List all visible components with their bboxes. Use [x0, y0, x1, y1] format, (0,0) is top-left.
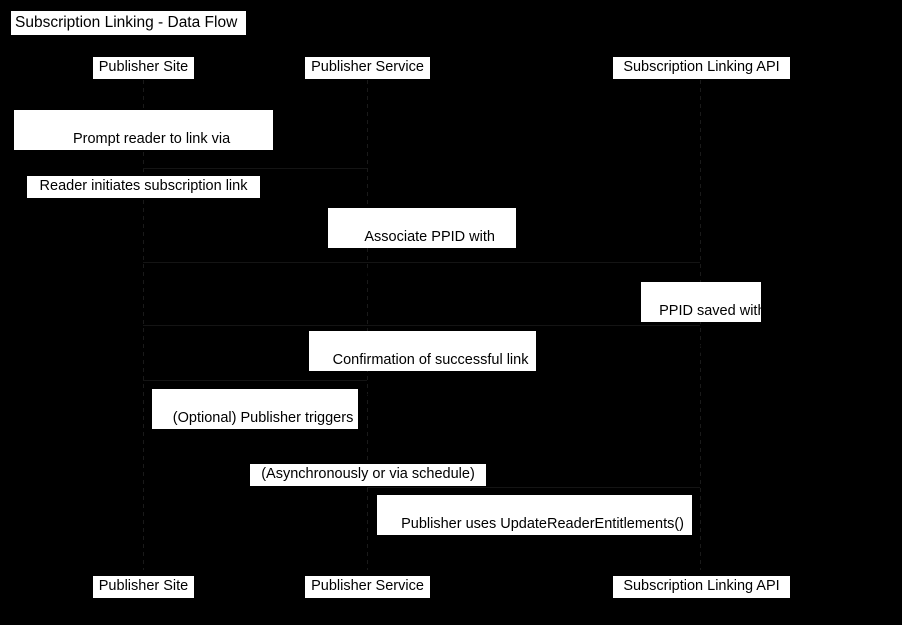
- message-update-entitlements-line2: to update a PPID's entitlements: [441, 554, 644, 570]
- arrow-confirmation: [143, 325, 700, 326]
- participant-publisher-service-bottom: Publisher Service: [305, 576, 430, 598]
- message-ppid-saved: PPID saved with Google account: [641, 282, 766, 357]
- diagram-title: Subscription Linking - Data Flow: [11, 11, 246, 35]
- message-ppid-saved-line2: Google account: [659, 341, 761, 357]
- message-associate-ppid-line2: Google account via swg.js: [346, 267, 515, 283]
- message-confirmation-line2: returned to Publisher: [363, 390, 498, 406]
- participant-publisher-site-top: Publisher Site: [93, 57, 194, 79]
- message-async-note: (Asynchronously or via schedule): [250, 464, 486, 486]
- participant-publisher-service-top: Publisher Service: [305, 57, 430, 79]
- participant-subscription-linking-api-top: Subscription Linking API: [613, 57, 790, 79]
- message-confirmation: Confirmation of successful link returned…: [309, 331, 536, 406]
- lifeline-subscription-linking-api: [700, 80, 701, 570]
- arrow-update-entitlements: [367, 487, 700, 488]
- sequence-diagram-canvas: Subscription Linking - Data Flow Publish…: [0, 0, 902, 625]
- message-update-entitlements-line1: Publisher uses UpdateReaderEntitlements(…: [401, 516, 685, 532]
- arrow-associate-ppid-2: [143, 262, 700, 263]
- message-prompt-reader: Prompt reader to link via subscriptions.…: [14, 110, 273, 185]
- message-associate-ppid: Associate PPID with Google account via s…: [328, 208, 516, 283]
- message-prompt-reader-line1: Prompt reader to link via: [72, 131, 231, 147]
- message-update-entitlements: Publisher uses UpdateReaderEntitlements(…: [377, 495, 692, 570]
- message-reader-initiates: Reader initiates subscription link: [27, 176, 260, 198]
- participant-publisher-site-bottom: Publisher Site: [93, 576, 194, 598]
- participant-subscription-linking-api-bottom: Subscription Linking API: [613, 576, 790, 598]
- message-associate-ppid-line1: Associate PPID with: [364, 229, 495, 245]
- message-ppid-saved-line1: PPID saved with: [659, 303, 766, 319]
- message-optional-trigger-line1: (Optional) Publisher triggers: [172, 410, 354, 426]
- message-optional-trigger: (Optional) Publisher triggers update ent…: [152, 389, 358, 464]
- message-confirmation-line1: Confirmation of successful link: [332, 352, 529, 368]
- arrow-optional-trigger: [143, 380, 367, 381]
- message-optional-trigger-line2: update entitlements service: [174, 448, 352, 464]
